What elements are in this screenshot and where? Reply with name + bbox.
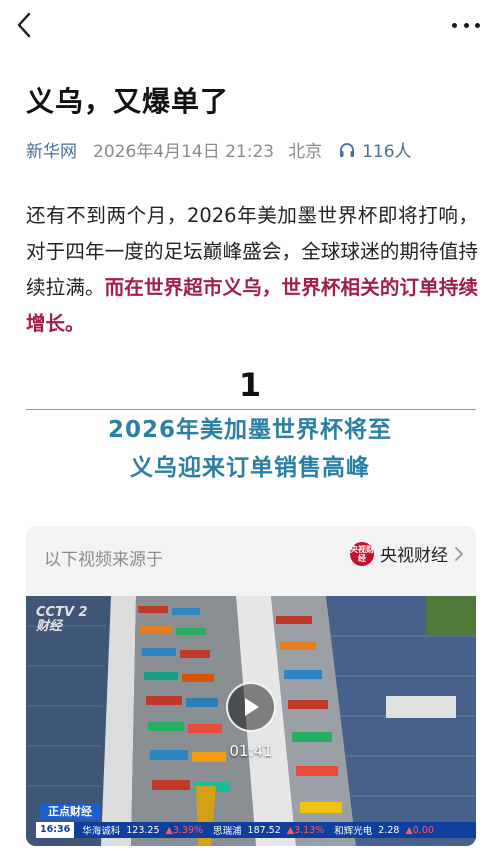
article-title: 义乌，又爆单了 bbox=[26, 85, 230, 118]
stock-change: ▲3.13% bbox=[286, 824, 325, 836]
video-card: 以下视频来源于 央视财经 央视财经 CCTV 2 财经 01:41 正点财经 1… bbox=[26, 526, 476, 846]
dot bbox=[463, 22, 469, 28]
chevron-right-icon bbox=[455, 546, 463, 561]
dot bbox=[452, 22, 457, 28]
video-player[interactable]: CCTV 2 财经 01:41 正点财经 16:36 华海诚科 123.25 ▲… bbox=[26, 596, 476, 846]
section-title: 2026年美加墨世界杯将至 义乌迎来订单销售高峰 bbox=[0, 411, 500, 487]
headphones-icon bbox=[340, 142, 355, 157]
listen-button[interactable]: 116人 bbox=[338, 137, 412, 162]
channel-sub-text: 财经 bbox=[36, 619, 63, 634]
top-bar bbox=[0, 0, 500, 52]
video-source-row[interactable]: 以下视频来源于 央视财经 央视财经 bbox=[26, 526, 476, 586]
video-duration: 01:41 bbox=[229, 742, 273, 760]
channel-logo-text: CCTV 2 bbox=[36, 605, 88, 620]
brand-name: 央视财经 bbox=[380, 546, 448, 566]
section-divider bbox=[26, 409, 476, 410]
location: 北京 bbox=[288, 142, 323, 162]
section-number: 1 bbox=[238, 366, 262, 404]
stock-value: 2.28 bbox=[378, 824, 400, 836]
more-dots-icon[interactable] bbox=[452, 16, 480, 34]
article-paragraph: 还有不到两个月，2026年美加墨世界杯即将打响，对于四年一度的足坛巅峰盛会，全球… bbox=[26, 198, 478, 342]
video-source-label: 以下视频来源于 bbox=[44, 550, 163, 570]
publish-date: 2026年4月14日 21:23 bbox=[93, 142, 275, 162]
chevron-left-icon[interactable] bbox=[14, 10, 38, 40]
brand-logo-text: 央视财经 bbox=[350, 544, 374, 563]
article-meta: 新华网 2026年4月14日 21:23 北京 116人 bbox=[26, 137, 412, 162]
dot bbox=[475, 22, 480, 28]
play-icon[interactable] bbox=[226, 682, 276, 732]
stock-name: 华海诚科 bbox=[82, 826, 121, 837]
stock-change: ▲3.39% bbox=[165, 824, 204, 836]
section-title-line2: 义乌迎来订单销售高峰 bbox=[130, 455, 370, 481]
ticker-time: 16:36 bbox=[36, 822, 75, 838]
video-source-brand[interactable]: 央视财经 央视财经 bbox=[350, 541, 464, 566]
stock-value: 123.25 bbox=[126, 824, 160, 836]
stock-name: 和辉光电 bbox=[334, 826, 373, 837]
stock-change: ▲0.00 bbox=[405, 824, 434, 836]
ticker-label: 正点财经 bbox=[40, 804, 100, 820]
section-title-line1: 2026年美加墨世界杯将至 bbox=[107, 417, 392, 443]
brand-logo: 央视财经 bbox=[350, 541, 374, 566]
listener-count: 116人 bbox=[362, 142, 412, 162]
channel-logo: CCTV 2 财经 bbox=[36, 606, 88, 634]
stock-value: 187.52 bbox=[247, 824, 281, 836]
source-link[interactable]: 新华网 bbox=[26, 137, 77, 162]
stock-name: 思瑞浦 bbox=[213, 826, 242, 837]
stock-ticker: 16:36 华海诚科 123.25 ▲3.39% 思瑞浦 187.52 ▲3.1… bbox=[36, 822, 476, 838]
